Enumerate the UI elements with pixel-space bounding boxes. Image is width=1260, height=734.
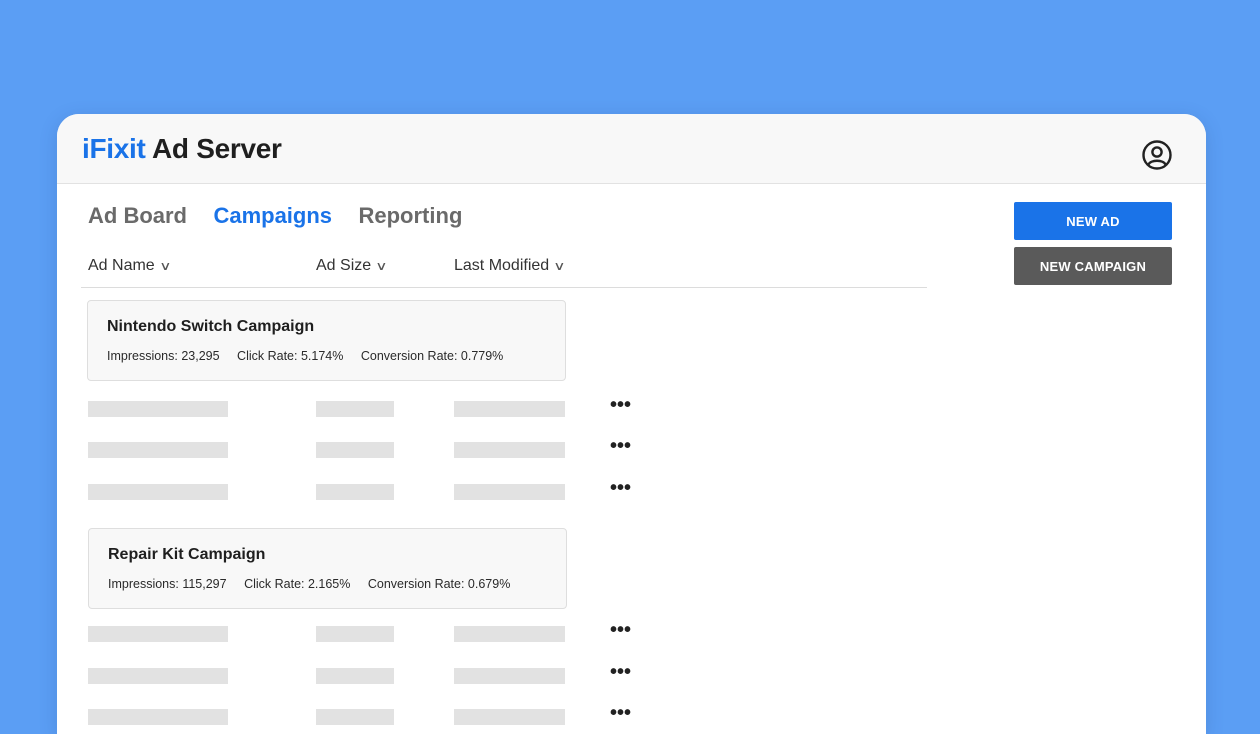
- header-divider: [81, 287, 927, 288]
- chevron-down-icon: ∨: [375, 259, 388, 273]
- last-modified-placeholder: [454, 626, 565, 642]
- app-header: iFixit Ad Server: [57, 114, 1206, 184]
- ad-name-placeholder: [88, 626, 228, 642]
- brand-name: iFixit: [82, 133, 146, 164]
- column-header-last-modified[interactable]: Last Modified ∨: [454, 257, 566, 275]
- ad-size-placeholder: [316, 401, 394, 417]
- ad-name-placeholder: [88, 401, 228, 417]
- ad-name-placeholder: [88, 442, 228, 458]
- app-title: iFixit Ad Server: [82, 133, 282, 165]
- ad-name-placeholder: [88, 668, 228, 684]
- ad-name-placeholder: [88, 709, 228, 725]
- more-options-icon[interactable]: •••: [610, 395, 631, 415]
- more-options-icon[interactable]: •••: [610, 478, 631, 498]
- ad-row-placeholder: •••: [57, 620, 657, 642]
- ad-name-placeholder: [88, 484, 228, 500]
- user-circle-icon[interactable]: [1140, 138, 1174, 172]
- more-options-icon[interactable]: •••: [610, 620, 631, 640]
- campaign-stats: Impressions: 115,297 Click Rate: 2.165% …: [108, 577, 524, 591]
- ad-row-placeholder: •••: [57, 436, 657, 458]
- new-campaign-button[interactable]: NEW CAMPAIGN: [1014, 247, 1172, 285]
- app-name: Ad Server: [152, 133, 282, 164]
- ad-row-placeholder: •••: [57, 703, 657, 725]
- column-label: Ad Size: [316, 257, 372, 274]
- ad-size-placeholder: [316, 709, 394, 725]
- nav-tabs: Ad Board Campaigns Reporting: [88, 203, 484, 235]
- campaign-card[interactable]: Nintendo Switch Campaign Impressions: 23…: [87, 300, 566, 381]
- new-ad-button[interactable]: NEW AD: [1014, 202, 1172, 240]
- conversion-rate-stat: Conversion Rate: 0.679%: [367, 577, 511, 591]
- conversion-rate-stat: Conversion Rate: 0.779%: [360, 349, 504, 363]
- chevron-down-icon: ∨: [553, 259, 566, 273]
- last-modified-placeholder: [454, 484, 565, 500]
- ad-row-placeholder: •••: [57, 662, 657, 684]
- column-label: Last Modified: [454, 257, 550, 274]
- more-options-icon[interactable]: •••: [610, 436, 631, 456]
- last-modified-placeholder: [454, 401, 565, 417]
- column-header-ad-size[interactable]: Ad Size ∨: [316, 257, 388, 275]
- tab-reporting[interactable]: Reporting: [359, 203, 463, 229]
- click-rate-stat: Click Rate: 5.174%: [237, 349, 344, 363]
- campaign-stats: Impressions: 23,295 Click Rate: 5.174% C…: [107, 349, 517, 363]
- column-header-ad-name[interactable]: Ad Name ∨: [88, 257, 172, 275]
- impressions-stat: Impressions: 23,295: [107, 349, 220, 363]
- last-modified-placeholder: [454, 442, 565, 458]
- ad-size-placeholder: [316, 626, 394, 642]
- tab-campaigns[interactable]: Campaigns: [213, 203, 332, 229]
- campaign-name: Repair Kit Campaign: [108, 546, 266, 563]
- last-modified-placeholder: [454, 668, 565, 684]
- more-options-icon[interactable]: •••: [610, 703, 631, 723]
- tab-ad-board[interactable]: Ad Board: [88, 203, 187, 229]
- ad-size-placeholder: [316, 442, 394, 458]
- impressions-stat: Impressions: 115,297: [108, 577, 227, 591]
- last-modified-placeholder: [454, 709, 565, 725]
- campaign-name: Nintendo Switch Campaign: [107, 318, 315, 335]
- ad-row-placeholder: •••: [57, 478, 657, 500]
- chevron-down-icon: ∨: [158, 259, 172, 273]
- ad-size-placeholder: [316, 484, 394, 500]
- app-window: iFixit Ad Server Ad Board Campaigns Repo…: [57, 114, 1206, 734]
- column-label: Ad Name: [88, 257, 155, 274]
- campaign-card[interactable]: Repair Kit Campaign Impressions: 115,297…: [88, 528, 567, 609]
- more-options-icon[interactable]: •••: [610, 662, 631, 682]
- ad-size-placeholder: [316, 668, 394, 684]
- ad-row-placeholder: •••: [57, 395, 657, 417]
- click-rate-stat: Click Rate: 2.165%: [244, 577, 351, 591]
